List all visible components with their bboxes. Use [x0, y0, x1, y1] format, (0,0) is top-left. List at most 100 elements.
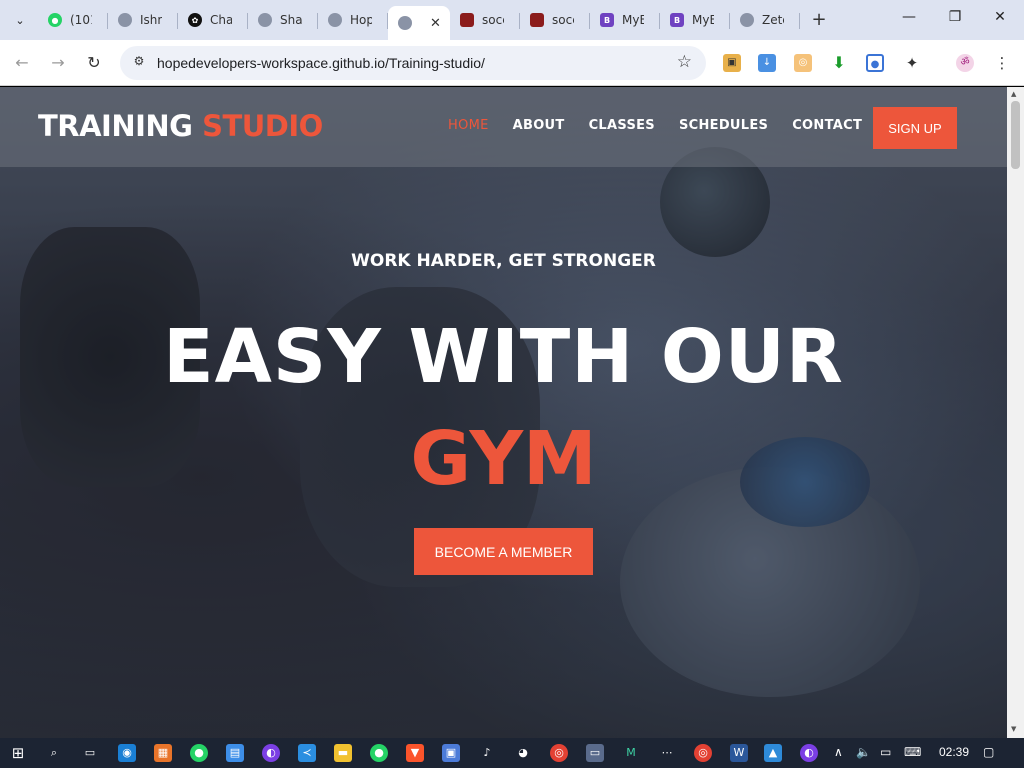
app-icon[interactable]: ⋯ — [658, 744, 676, 762]
shield-icon — [530, 13, 544, 27]
whatsapp-icon[interactable]: ● — [190, 744, 208, 762]
bootstrap-icon: B — [600, 13, 614, 27]
app-icon[interactable]: ▦ — [154, 744, 172, 762]
url-text[interactable]: hopedevelopers-workspace.github.io/Train… — [157, 55, 485, 71]
word-icon[interactable]: W — [730, 744, 748, 762]
hero-title-accent: GYM — [410, 416, 597, 502]
chrome-icon[interactable]: ◎ — [550, 744, 568, 762]
volume-icon[interactable]: 🔈 — [856, 745, 871, 759]
browser-tab[interactable]: Zete — [730, 6, 800, 34]
scroll-up-icon[interactable]: ▲ — [1011, 90, 1016, 98]
tab-title: Zete — [762, 13, 784, 27]
github-icon[interactable]: ◕ — [514, 744, 532, 762]
tab-title: (101 — [70, 13, 92, 27]
tab-title: Hop — [350, 13, 372, 27]
whatsapp-icon: ● — [48, 13, 62, 27]
download-manager-icon[interactable]: ⬇ — [830, 54, 848, 72]
network-icon[interactable]: ▭ — [880, 745, 891, 759]
scroll-thumb[interactable] — [1011, 101, 1020, 169]
logo-accent-text: STUDIO — [202, 109, 323, 143]
globe-icon — [398, 16, 412, 30]
download-icon[interactable]: ↓ — [758, 54, 776, 72]
site-logo[interactable]: TRAINING STUDIO — [38, 109, 323, 143]
hero-subtitle: WORK HARDER, GET STRONGER — [351, 251, 656, 271]
browser-tab[interactable]: B MyE — [590, 6, 660, 34]
extensions-puzzle-icon[interactable]: ✦ — [903, 54, 921, 72]
tab-title: socc — [482, 13, 504, 27]
notifications-icon[interactable]: ▢ — [983, 745, 994, 759]
extension-icon[interactable]: ● — [866, 54, 884, 72]
tab-title: MyE — [692, 13, 714, 27]
extension-icon[interactable]: ◎ — [794, 54, 812, 72]
app-icon[interactable]: ◐ — [262, 744, 280, 762]
search-icon[interactable]: ⌕ — [45, 744, 63, 762]
browser-tab-active[interactable]: ✕ — [388, 6, 450, 40]
browser-tab[interactable]: ● (101 — [38, 6, 108, 34]
address-bar[interactable]: ⚙ hopedevelopers-workspace.github.io/Tra… — [120, 46, 706, 80]
minimize-icon[interactable]: — — [899, 9, 919, 29]
app-icon[interactable]: ◐ — [800, 744, 818, 762]
vscode-icon[interactable]: ≺ — [298, 744, 316, 762]
app-icon[interactable]: ▣ — [442, 744, 460, 762]
chrome-icon[interactable]: ◎ — [694, 744, 712, 762]
browser-tab[interactable]: ✿ Chat — [178, 6, 248, 34]
app-icon[interactable]: ▭ — [586, 744, 604, 762]
site-info-icon[interactable]: ⚙ — [130, 54, 148, 72]
browser-menu-icon[interactable]: ⋮ — [993, 54, 1011, 72]
window-close-icon[interactable]: ✕ — [990, 9, 1010, 29]
close-tab-icon[interactable]: ✕ — [430, 16, 441, 31]
browser-tab-bar: ⌄ ●(101 Ishm ✿Chat Shar Hop ✕ socc socc … — [0, 0, 1024, 40]
browser-tab[interactable]: Ishm — [108, 6, 178, 34]
globe-icon — [740, 13, 754, 27]
restore-icon[interactable]: ❐ — [945, 9, 965, 29]
browser-tab[interactable]: B MyE — [660, 6, 730, 34]
bootstrap-icon: B — [670, 13, 684, 27]
tab-title: MyE — [622, 13, 644, 27]
extension-icon[interactable]: ▣ — [723, 54, 741, 72]
browser-icon[interactable]: ◉ — [118, 744, 136, 762]
globe-icon — [258, 13, 272, 27]
tab-title: Chat — [210, 13, 232, 27]
new-tab-button[interactable]: + — [808, 9, 830, 31]
browser-tab[interactable]: Shar — [248, 6, 318, 34]
tray-chevron-icon[interactable]: ∧ — [834, 745, 843, 759]
windows-taskbar: ⊞ ⌕ ▭ ◉ ▦ ● ▤ ◐ ≺ ▬ ● ▼ ▣ ♪ ◕ ◎ ▭ M ⋯ ◎ … — [0, 738, 1024, 768]
globe-icon — [118, 13, 132, 27]
nav-contact-link[interactable]: CONTACT — [792, 118, 862, 133]
app-icon[interactable]: M — [622, 744, 640, 762]
page-scrollbar[interactable]: ▲ ▼ — [1007, 87, 1024, 738]
become-member-button[interactable]: BECOME A MEMBER — [414, 528, 593, 575]
logo-main-text: TRAINING — [38, 109, 193, 143]
reload-icon[interactable]: ↻ — [83, 52, 105, 74]
browser-tab[interactable]: socc — [450, 6, 520, 34]
keyboard-icon[interactable]: ⌨ — [904, 745, 921, 759]
browser-tab[interactable]: socc — [520, 6, 590, 34]
tab-strip: ●(101 Ishm ✿Chat Shar Hop ✕ socc socc BM… — [38, 6, 800, 40]
nav-classes-link[interactable]: CLASSES — [589, 118, 655, 133]
app-icon[interactable]: ▲ — [764, 744, 782, 762]
shield-icon — [460, 13, 474, 27]
back-arrow-icon[interactable]: ← — [11, 52, 33, 74]
openai-icon: ✿ — [188, 13, 202, 27]
nav-about-link[interactable]: ABOUT — [513, 118, 565, 133]
windows-start-icon[interactable]: ⊞ — [9, 744, 27, 762]
browser-tab[interactable]: Hop — [318, 6, 388, 34]
nav-home-link[interactable]: HOME — [448, 118, 489, 133]
tiktok-icon[interactable]: ♪ — [478, 744, 496, 762]
tab-search-chevron-icon[interactable]: ⌄ — [8, 8, 32, 32]
brave-icon[interactable]: ▼ — [406, 744, 424, 762]
clock-time[interactable]: 02:39 — [939, 745, 969, 759]
task-view-icon[interactable]: ▭ — [81, 744, 99, 762]
scroll-down-icon[interactable]: ▼ — [1011, 725, 1016, 733]
forward-arrow-icon[interactable]: → — [47, 52, 69, 74]
bookmark-star-icon[interactable]: ☆ — [677, 52, 692, 72]
nav-schedules-link[interactable]: SCHEDULES — [679, 118, 768, 133]
github-icon — [328, 13, 342, 27]
store-icon[interactable]: ▤ — [226, 744, 244, 762]
sign-up-button[interactable]: SIGN UP — [873, 107, 957, 149]
profile-avatar[interactable]: ॐ — [956, 54, 974, 72]
browser-toolbar: ← → ↻ ⚙ hopedevelopers-workspace.github.… — [0, 40, 1024, 86]
file-explorer-icon[interactable]: ▬ — [334, 744, 352, 762]
whatsapp-icon[interactable]: ● — [370, 744, 388, 762]
tab-title: socc — [552, 13, 574, 27]
